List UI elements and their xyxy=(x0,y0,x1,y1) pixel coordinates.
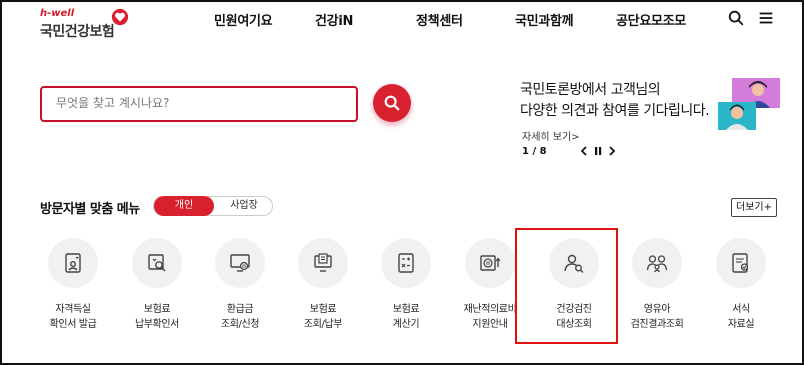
toggle-personal[interactable]: 개인 xyxy=(154,196,214,216)
banner-title[interactable]: 국민토론방에서 고객님의 다양한 의견과 참여를 기다립니다. xyxy=(520,80,710,122)
monitor-won-icon: W xyxy=(230,254,250,272)
toggle-business[interactable]: 사업장 xyxy=(214,196,274,216)
menu-label: 보험료 조회/납부 xyxy=(303,304,343,330)
nhis-logo[interactable]: h-well 국민건강보험 xyxy=(40,8,140,42)
banner-pagination: 1 / 8 xyxy=(522,146,547,157)
chevron-left-icon[interactable] xyxy=(578,144,590,158)
section-title: 방문자별 맞춤 메뉴 xyxy=(40,202,140,217)
menu-icon-circle: W xyxy=(215,238,265,288)
child-parents-icon xyxy=(646,255,668,273)
form-document-icon xyxy=(732,253,749,273)
nav-item-policy[interactable]: 정책센터 xyxy=(416,10,463,29)
menu-item-refund[interactable]: W 환급금 조회/신청 xyxy=(200,238,280,338)
pause-icon[interactable] xyxy=(592,144,604,158)
search-box xyxy=(40,86,358,122)
search-button[interactable] xyxy=(373,84,411,122)
svg-text:W: W xyxy=(486,261,491,267)
id-card-heart-icon xyxy=(65,253,81,273)
menu-label: 보험료 계산기 xyxy=(392,304,420,330)
nav-item-together[interactable]: 국민과함께 xyxy=(515,10,574,29)
search-input[interactable] xyxy=(56,96,346,110)
banner-line-2: 다양한 의견과 참여를 기다립니다. xyxy=(520,103,710,119)
search-icon[interactable] xyxy=(727,9,745,27)
visitor-type-toggle: 개인 사업장 xyxy=(153,196,273,216)
menu-item-calculator[interactable]: 보험료 계산기 xyxy=(366,238,446,338)
calculator-icon xyxy=(398,253,414,273)
menu-label: 영유아 검진결과조회 xyxy=(630,304,684,330)
menu-label: 서식 자료실 xyxy=(727,304,755,330)
menu-icon-circle xyxy=(48,238,98,288)
menu-label: 환급금 조회/신청 xyxy=(220,304,260,330)
won-support-icon: W xyxy=(480,255,501,271)
svg-text:W: W xyxy=(242,264,247,270)
menu-item-eligibility[interactable]: 자격득실 확인서 발급 xyxy=(33,238,113,338)
menu-label: 보험료 납부확인서 xyxy=(134,304,179,330)
nav-item-about[interactable]: 공단요모조모 xyxy=(616,10,686,29)
bill-monitor-icon xyxy=(314,253,332,272)
heart-icon xyxy=(111,8,129,26)
menu-icon-circle xyxy=(132,238,182,288)
search-icon xyxy=(384,95,400,111)
nav-item-health-in[interactable]: 건강iN xyxy=(315,10,353,29)
logo-hwell-text: h-well xyxy=(40,8,75,19)
logo-name-text: 국민건강보험 xyxy=(40,24,115,40)
discussion-illustration xyxy=(718,78,780,130)
menu-icon-circle xyxy=(381,238,431,288)
menu-item-infant-checkup[interactable]: 영유아 검진결과조회 xyxy=(617,238,697,338)
menu-label: 자격득실 확인서 발급 xyxy=(49,304,97,330)
banner-line-1: 국민토론방에서 고객님의 xyxy=(520,82,661,98)
highlight-box xyxy=(515,228,618,344)
chevron-right-icon[interactable] xyxy=(606,144,618,158)
menu-item-forms[interactable]: 서식 자료실 xyxy=(701,238,781,338)
document-search-icon xyxy=(148,254,166,272)
banner-more-link[interactable]: 자세히 보기> xyxy=(522,128,580,143)
menu-item-premium-lookup[interactable]: 보험료 조회/납부 xyxy=(283,238,363,338)
menu-item-payment-certificate[interactable]: 보험료 납부확인서 xyxy=(117,238,197,338)
menu-icon-circle xyxy=(716,238,766,288)
more-button[interactable]: 더보기+ xyxy=(731,198,777,217)
menu-icon-circle xyxy=(298,238,348,288)
menu-icon-circle: W xyxy=(465,238,515,288)
menu-icon-circle xyxy=(632,238,682,288)
hamburger-menu-icon[interactable] xyxy=(757,9,775,27)
nav-item-civil[interactable]: 민원여기요 xyxy=(214,10,273,29)
